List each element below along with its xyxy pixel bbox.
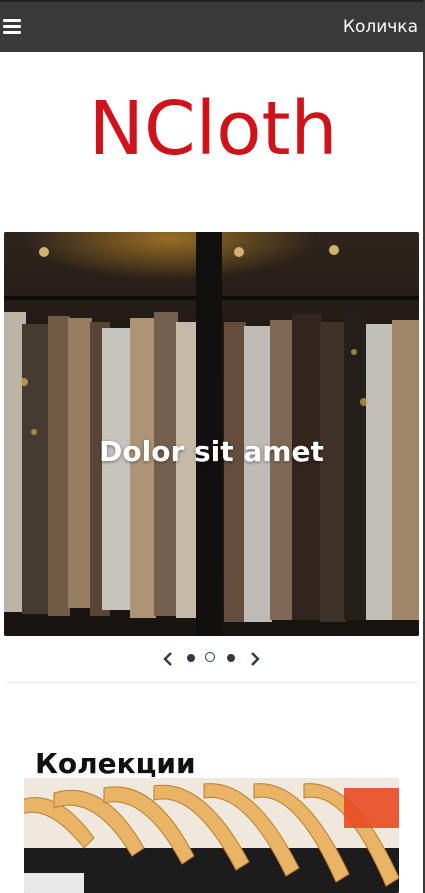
hero-image bbox=[4, 232, 419, 636]
carousel-dot-3[interactable] bbox=[227, 654, 235, 662]
collection-image bbox=[24, 778, 399, 893]
brand-logo[interactable]: NCloth bbox=[0, 86, 425, 166]
slide-caption: Dolor sit amet bbox=[99, 435, 324, 468]
collection-card[interactable] bbox=[24, 778, 399, 893]
top-navbar: Количка bbox=[0, 0, 425, 52]
carousel-controls bbox=[0, 648, 425, 670]
hero-carousel[interactable]: Dolor sit amet bbox=[4, 232, 419, 636]
hamburger-menu-icon[interactable] bbox=[3, 19, 21, 35]
svg-text:NCloth: NCloth bbox=[88, 86, 337, 166]
collections-heading: Колекции bbox=[35, 747, 196, 781]
carousel-dot-1[interactable] bbox=[187, 654, 195, 662]
logo-wordmark: NCloth bbox=[88, 86, 337, 166]
cart-link[interactable]: Количка bbox=[343, 17, 418, 37]
section-divider bbox=[4, 682, 419, 683]
chevron-left-icon[interactable] bbox=[162, 652, 174, 666]
chevron-right-icon[interactable] bbox=[249, 652, 261, 666]
carousel-dot-2[interactable] bbox=[205, 652, 215, 662]
